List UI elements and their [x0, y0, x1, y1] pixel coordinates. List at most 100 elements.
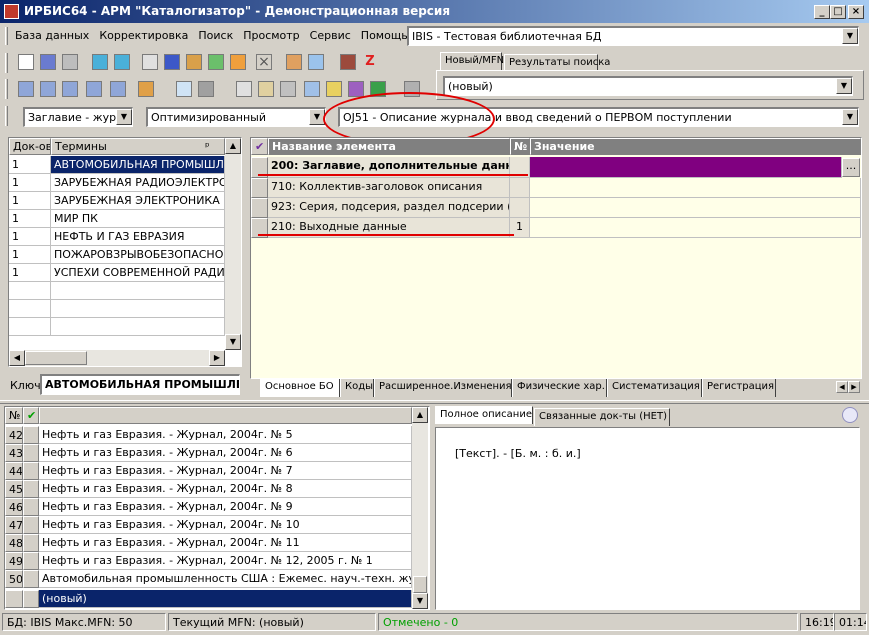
- record-row-selected[interactable]: (новый): [39, 590, 412, 608]
- globe-icon[interactable]: [842, 407, 858, 423]
- record-num[interactable]: 48: [5, 534, 23, 552]
- record-mark[interactable]: [23, 426, 39, 444]
- dict-count[interactable]: 1: [9, 228, 51, 246]
- record-row[interactable]: Нефть и газ Евразия. - Журнал, 2004г. № …: [39, 426, 412, 444]
- dict-count[interactable]: 1: [9, 210, 51, 228]
- tab-new-mfn[interactable]: Новый/MFN: [440, 52, 504, 70]
- row-indicator[interactable]: [251, 198, 268, 218]
- database-select[interactable]: IBIS - Тестовая библиотечная БД ▼: [407, 26, 859, 46]
- tab-codes[interactable]: Коды: [340, 379, 374, 397]
- folder-icon[interactable]: [138, 81, 154, 97]
- arrow-right-icon[interactable]: [114, 54, 130, 70]
- documents-icon[interactable]: [304, 81, 320, 97]
- record-row[interactable]: Автомобильная промышленность США : Ежеме…: [39, 570, 412, 588]
- dict-term-selected[interactable]: АВТОМОБИЛЬНАЯ ПРОМЫШЛЕННОСТЬ: [51, 156, 225, 174]
- element-num[interactable]: [510, 178, 530, 198]
- record-mark[interactable]: [23, 590, 39, 608]
- search-mode-select[interactable]: Оптимизированный ▼: [146, 107, 326, 127]
- chevron-down-icon[interactable]: ▼: [836, 78, 852, 94]
- check-icon[interactable]: ✔: [251, 138, 268, 155]
- dict-term[interactable]: ПОЖАРОВЗРЫВОБЕЗОПАСНОСТЬ: [51, 246, 225, 264]
- export-icon[interactable]: [286, 54, 302, 70]
- col-docs-header[interactable]: Док-ов: [9, 138, 51, 155]
- dict-term[interactable]: ЗАРУБЕЖНАЯ РАДИОЭЛЕКТРОНИКА: [51, 174, 225, 192]
- printer-icon[interactable]: [280, 81, 296, 97]
- scroll-down-icon[interactable]: ▼: [412, 593, 428, 609]
- tab-related-docs[interactable]: Связанные док-ты (НЕТ): [534, 408, 670, 426]
- record-num[interactable]: 46: [5, 498, 23, 516]
- scroll-up-icon[interactable]: ▲: [412, 407, 428, 423]
- undo-icon[interactable]: [62, 54, 78, 70]
- record-num[interactable]: 50: [5, 570, 23, 588]
- chevron-down-icon[interactable]: ▼: [842, 109, 858, 125]
- chevron-down-icon[interactable]: ▼: [842, 28, 858, 44]
- pin-icon[interactable]: ᵖ: [205, 140, 210, 153]
- new-document-icon[interactable]: [18, 54, 34, 70]
- record-num[interactable]: 43: [5, 444, 23, 462]
- tab-extended[interactable]: Расширенное.Изменения: [374, 379, 512, 397]
- tab-full-description[interactable]: Полное описание: [435, 406, 533, 424]
- records-col-text[interactable]: [39, 407, 412, 424]
- tree-icon[interactable]: [208, 54, 224, 70]
- edit-icon[interactable]: [230, 54, 246, 70]
- window-icon[interactable]: [18, 81, 34, 97]
- print-icon[interactable]: [236, 81, 252, 97]
- arrow-left-icon[interactable]: [92, 54, 108, 70]
- window-2-icon[interactable]: [40, 81, 56, 97]
- record-num[interactable]: 47: [5, 516, 23, 534]
- scroll-up-icon[interactable]: ▲: [225, 138, 241, 154]
- dict-count[interactable]: 1: [9, 246, 51, 264]
- key-input[interactable]: АВТОМОБИЛЬНАЯ ПРОМЫШЛЕННО: [40, 374, 240, 395]
- record-num[interactable]: [5, 590, 23, 608]
- record-mark[interactable]: [23, 552, 39, 570]
- record-mark[interactable]: [23, 570, 39, 588]
- record-mark[interactable]: [23, 480, 39, 498]
- stack-icon[interactable]: [198, 81, 214, 97]
- records-col-num[interactable]: №: [5, 407, 23, 424]
- record-num[interactable]: 44: [5, 462, 23, 480]
- record-mark[interactable]: [23, 444, 39, 462]
- col-terms-header[interactable]: Термины: [51, 138, 225, 155]
- tab-scroll-left-icon[interactable]: ◀: [836, 381, 848, 393]
- element-num[interactable]: [510, 198, 530, 218]
- record-num[interactable]: 49: [5, 552, 23, 570]
- ellipsis-button[interactable]: ...: [842, 158, 860, 177]
- dict-count[interactable]: 1: [9, 156, 51, 174]
- dict-vscroll[interactable]: [225, 138, 241, 350]
- menu-edit[interactable]: Корректировка: [94, 27, 193, 44]
- menu-search[interactable]: Поиск: [193, 27, 238, 44]
- record-mark[interactable]: [23, 516, 39, 534]
- records-check-icon[interactable]: ✔: [23, 407, 39, 424]
- print-preview-icon[interactable]: [258, 81, 274, 97]
- dict-term[interactable]: МИР ПК: [51, 210, 225, 228]
- z-icon[interactable]: Z: [362, 54, 378, 70]
- folder-open-icon[interactable]: [326, 81, 342, 97]
- delete-icon[interactable]: ×: [256, 54, 272, 70]
- dict-count[interactable]: 1: [9, 264, 51, 282]
- element-value[interactable]: [530, 178, 861, 198]
- dict-count[interactable]: 1: [9, 192, 51, 210]
- element-value[interactable]: [530, 198, 861, 218]
- window-4-icon[interactable]: [110, 81, 126, 97]
- records-vscroll-thumb[interactable]: [413, 576, 427, 593]
- record-row[interactable]: Нефть и газ Евразия. - Журнал, 2004г. № …: [39, 462, 412, 480]
- save-icon[interactable]: [40, 54, 56, 70]
- row-indicator[interactable]: [251, 178, 268, 198]
- window-3-icon[interactable]: [86, 81, 102, 97]
- record-row[interactable]: Нефть и газ Евразия. - Журнал, 2004г. № …: [39, 516, 412, 534]
- record-row[interactable]: Нефть и газ Евразия. - Журнал, 2004г. № …: [39, 552, 412, 570]
- tab-scroll-right-icon[interactable]: ▶: [848, 381, 860, 393]
- tab-basic[interactable]: Основное БО: [260, 379, 340, 397]
- record-num[interactable]: 45: [5, 480, 23, 498]
- splitter[interactable]: [0, 400, 869, 404]
- tools-icon[interactable]: [340, 54, 356, 70]
- copy-icon[interactable]: [142, 54, 158, 70]
- menu-help[interactable]: Помощь: [356, 27, 413, 44]
- record-num[interactable]: 42: [5, 426, 23, 444]
- menu-service[interactable]: Сервис: [305, 27, 356, 44]
- scroll-down-icon[interactable]: ▼: [225, 334, 241, 350]
- grid-icon[interactable]: [164, 54, 180, 70]
- tab-physical[interactable]: Физические хар.: [512, 379, 607, 397]
- menu-database[interactable]: База данных: [10, 27, 94, 44]
- search-field-select[interactable]: Заглавие - журна ▼: [23, 107, 133, 127]
